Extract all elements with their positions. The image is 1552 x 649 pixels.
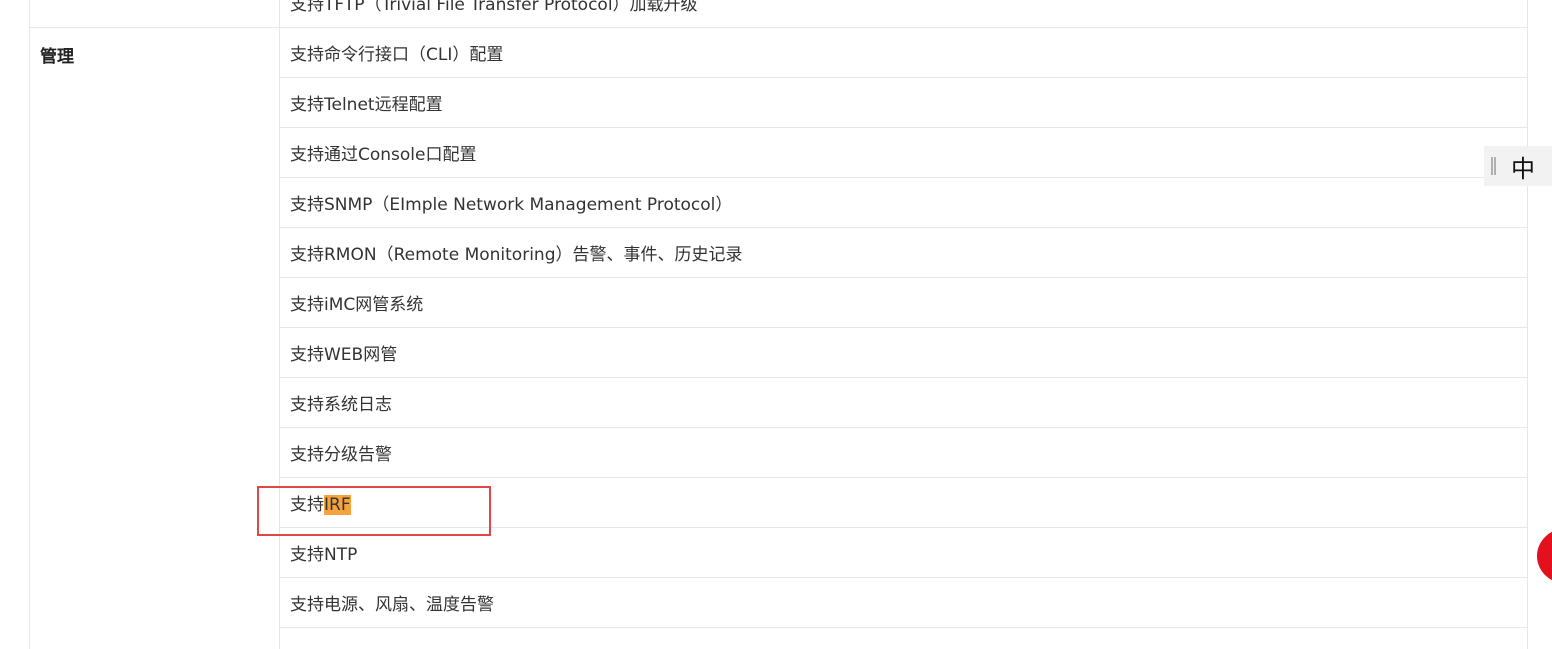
item-cell: 支持TFTP（Trivial File Transfer Protocol）加载… xyxy=(279,0,1528,28)
item-cell: 支持系统日志 xyxy=(279,377,1528,428)
search-highlight: IRF xyxy=(324,495,351,515)
item-cell: 支持NTP xyxy=(279,527,1528,578)
table-row: 管理 支持命令行接口（CLI）配置 xyxy=(29,27,1528,649)
item-cell: 支持分级告警 xyxy=(279,427,1528,478)
table-row: 支持TFTP（Trivial File Transfer Protocol）加载… xyxy=(29,0,1528,28)
language-label: 中 xyxy=(1511,154,1535,183)
category-cell-empty xyxy=(29,0,280,28)
item-cell: 支持WEB网管 xyxy=(279,327,1528,378)
item-cell: 支持电源、风扇、温度告警 xyxy=(279,577,1528,628)
item-cell-empty xyxy=(279,627,1528,649)
page: 支持TFTP（Trivial File Transfer Protocol）加载… xyxy=(0,0,1552,649)
item-cell: 支持Telnet远程配置 xyxy=(279,77,1528,128)
item-cell: 支持RMON（Remote Monitoring）告警、事件、历史记录 xyxy=(279,227,1528,278)
floating-action-button[interactable] xyxy=(1537,528,1552,584)
item-cell: 支持通过Console口配置 xyxy=(279,127,1528,178)
item-cell: 支持SNMP（EImple Network Management Protoco… xyxy=(279,177,1528,228)
item-prefix: 支持 xyxy=(290,495,324,515)
item-cell-irf: 支持IRF xyxy=(279,477,1528,528)
item-cell: 支持iMC网管系统 xyxy=(279,277,1528,328)
language-switch[interactable]: 中 xyxy=(1484,146,1552,186)
spec-table: 支持TFTP（Trivial File Transfer Protocol）加载… xyxy=(29,0,1528,649)
drag-handle-icon[interactable] xyxy=(1491,157,1496,175)
category-cell: 管理 xyxy=(29,27,280,649)
item-cell: 支持命令行接口（CLI）配置 xyxy=(279,27,1528,78)
